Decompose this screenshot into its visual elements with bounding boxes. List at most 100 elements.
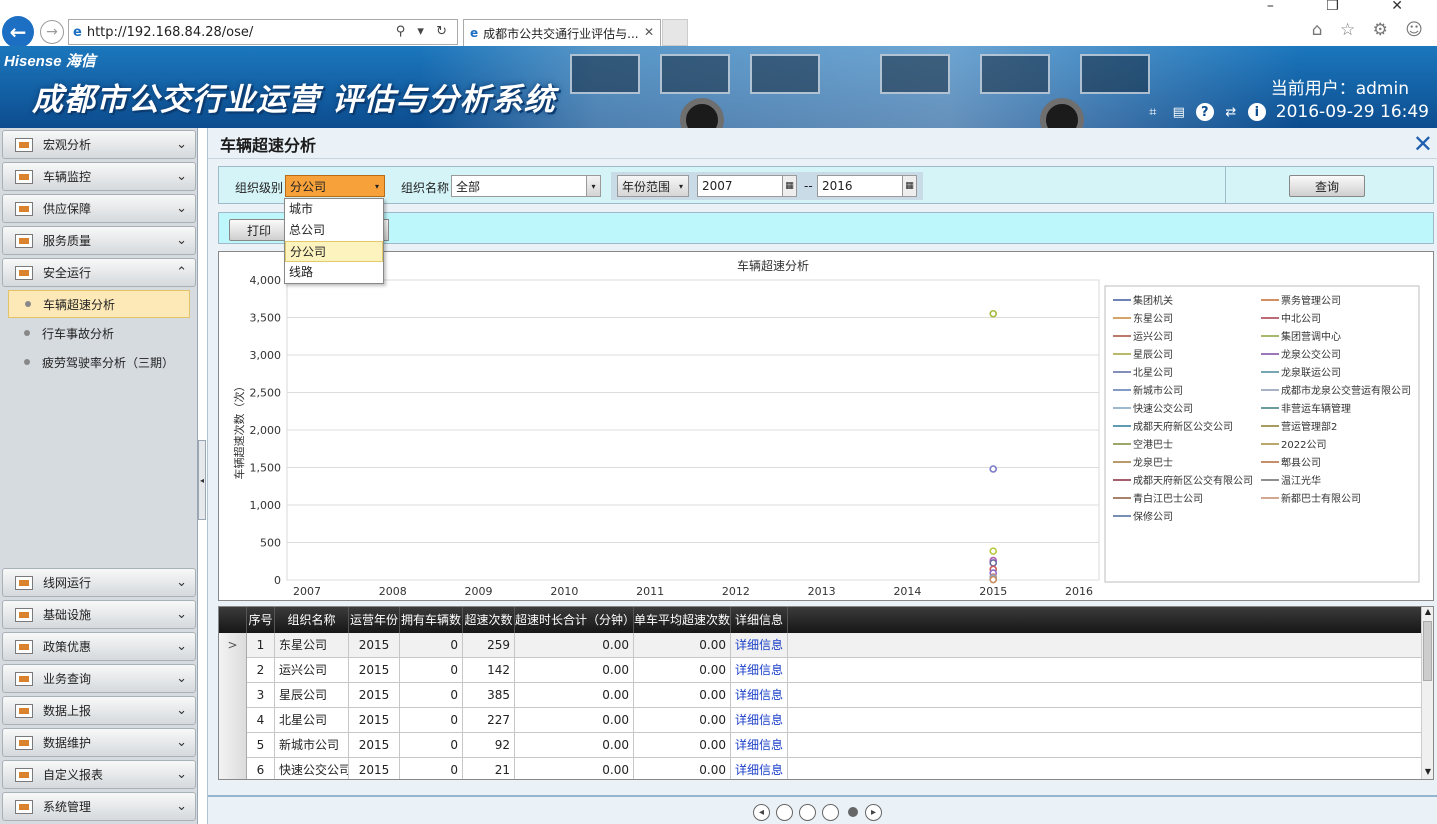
scroll-up-icon[interactable]: ▲	[1422, 607, 1433, 619]
back-arrow-icon[interactable]: ←	[2, 16, 34, 48]
page-dot[interactable]	[776, 803, 793, 821]
table-row[interactable]: >1 东星公司 2015 0 259 0.00 0.00 详细信息	[219, 633, 1423, 658]
grid-scrollbar[interactable]: ▲ ▼	[1421, 607, 1433, 779]
address-bar[interactable]: e http://192.168.84.28/ose/ ⚲ ▾ ↻	[68, 19, 458, 45]
menu-macro-analysis[interactable]: 宏观分析 ⌄	[2, 130, 196, 159]
legend-label: 成都天府新区公交有限公司	[1133, 474, 1253, 487]
col-header-avg-overspeed[interactable]: 单车平均超速次数	[634, 607, 731, 633]
help-icon[interactable]: ?	[1195, 103, 1214, 121]
table-row[interactable]: 2 运兴公司 2015 0 142 0.00 0.00 详细信息	[219, 658, 1423, 683]
col-header-vehicle-count[interactable]: 拥有车辆数	[400, 607, 463, 633]
col-header-year[interactable]: 运营年份	[349, 607, 400, 633]
dropdown-option[interactable]: 总公司	[285, 220, 383, 241]
year-to-input[interactable]: 2016 ▦	[817, 175, 917, 197]
hisense-logo: Hisense 海信	[4, 53, 96, 70]
prev-page-icon[interactable]: ◂	[753, 803, 770, 821]
new-tab-button[interactable]	[662, 19, 688, 46]
chevron-down-icon: ⌄	[176, 201, 187, 216]
crop-icon[interactable]: ⌗	[1144, 103, 1162, 121]
row-header[interactable]	[219, 658, 247, 683]
menu-vehicle-monitor[interactable]: 车辆监控 ⌄	[2, 162, 196, 191]
forward-arrow-icon[interactable]: →	[40, 20, 64, 44]
org-name-select[interactable]: 全部 ▾	[451, 175, 601, 197]
browser-tab[interactable]: e 成都市公共交通行业评估与... ✕	[463, 19, 661, 46]
dropdown-arrow-icon: ▾	[374, 181, 379, 191]
keyboard-icon[interactable]: ▤	[1170, 103, 1188, 121]
cell-avg-overspeed: 0.00	[634, 683, 731, 708]
row-header[interactable]: >	[219, 633, 247, 658]
sidebar-collapse-handle[interactable]: ◂	[198, 440, 206, 520]
window-controls[interactable]: – ❐ ✕	[1267, 0, 1427, 14]
org-level-select[interactable]: 分公司 ▾	[285, 175, 385, 197]
detail-link[interactable]: 详细信息	[731, 658, 788, 683]
menu-business-query[interactable]: 业务查询 ⌄	[2, 664, 196, 693]
menu-custom-report[interactable]: 自定义报表 ⌄	[2, 760, 196, 789]
page-dot-current[interactable]	[848, 807, 858, 817]
query-button[interactable]: 查询	[1289, 175, 1365, 197]
detail-link[interactable]: 详细信息	[731, 733, 788, 758]
detail-link[interactable]: 详细信息	[731, 683, 788, 708]
legend-label: 青白江巴士公司	[1133, 492, 1203, 505]
page-dot[interactable]	[799, 803, 816, 821]
menu-system-admin[interactable]: 系统管理 ⌄	[2, 792, 196, 821]
report-icon	[15, 703, 33, 718]
calendar-icon[interactable]: ▦	[902, 176, 916, 196]
data-point	[989, 575, 998, 584]
ie-logo-icon: e	[73, 24, 82, 40]
col-header-index[interactable]: 序号	[247, 607, 275, 633]
info-icon[interactable]: i	[1247, 103, 1266, 121]
col-header-org-name[interactable]: 组织名称	[275, 607, 349, 633]
col-header-detail[interactable]: 详细信息	[731, 607, 788, 633]
row-header[interactable]	[219, 683, 247, 708]
cell-avg-overspeed: 0.00	[634, 633, 731, 658]
page-title: 车辆超速分析	[220, 136, 317, 155]
calendar-icon[interactable]: ▦	[782, 176, 796, 196]
row-header[interactable]	[219, 708, 247, 733]
submenu-overspeed-analysis[interactable]: 车辆超速分析	[8, 290, 190, 318]
menu-data-report[interactable]: 数据上报 ⌄	[2, 696, 196, 725]
menu-infrastructure[interactable]: 基础设施 ⌄	[2, 600, 196, 629]
submenu-fatigue-analysis[interactable]: 疲劳驾驶率分析（三期）	[8, 348, 190, 376]
row-header[interactable]	[219, 733, 247, 758]
tab-close-icon[interactable]: ✕	[644, 25, 654, 39]
legend-label: 北星公司	[1133, 367, 1173, 379]
print-button[interactable]: 打印	[229, 219, 289, 241]
page-dot[interactable]	[822, 803, 839, 821]
search-refresh-icons[interactable]: ⚲ ▾ ↻	[396, 24, 451, 39]
year-range-select[interactable]: 年份范围 ▾	[617, 175, 689, 197]
menu-supply[interactable]: 供应保障 ⌄	[2, 194, 196, 223]
table-row[interactable]: 3 星辰公司 2015 0 385 0.00 0.00 详细信息	[219, 683, 1423, 708]
menu-data-maintain[interactable]: 数据维护 ⌄	[2, 728, 196, 757]
switch-icon[interactable]: ⇄	[1222, 103, 1240, 121]
scroll-thumb[interactable]	[1423, 621, 1432, 681]
detail-link[interactable]: 详细信息	[731, 633, 788, 658]
cell-avg-overspeed: 0.00	[634, 733, 731, 758]
menu-safety[interactable]: 安全运行 ⌃	[2, 258, 196, 287]
org-name-label: 组织名称	[401, 181, 450, 195]
close-icon[interactable]: ✕	[1413, 130, 1433, 158]
scroll-down-icon[interactable]: ▼	[1422, 767, 1433, 779]
menu-service-quality[interactable]: 服务质量 ⌄	[2, 226, 196, 255]
y-tick-label: 4,000	[250, 274, 282, 287]
row-header[interactable]	[219, 758, 247, 779]
dropdown-option[interactable]: 线路	[285, 262, 383, 283]
table-row[interactable]: 4 北星公司 2015 0 227 0.00 0.00 详细信息	[219, 708, 1423, 733]
system-icon	[15, 799, 33, 814]
table-row[interactable]: 6 快速公交公司 2015 0 21 0.00 0.00 详细信息	[219, 758, 1423, 779]
menu-network[interactable]: 线网运行 ⌄	[2, 568, 196, 597]
next-page-icon[interactable]: ▸	[865, 803, 882, 821]
browser-toolbar-icons[interactable]: ⌂ ☆ ⚙ ☺	[1312, 20, 1429, 40]
col-header-overspeed-duration[interactable]: 超速时长合计（分钟）	[515, 607, 635, 633]
dropdown-option[interactable]: 分公司	[285, 241, 383, 262]
menu-policy[interactable]: 政策优惠 ⌄	[2, 632, 196, 661]
detail-link[interactable]: 详细信息	[731, 708, 788, 733]
year-from-input[interactable]: 2007 ▦	[697, 175, 797, 197]
cell-year: 2015	[349, 758, 400, 779]
col-header-overspeed-count[interactable]: 超速次数	[463, 607, 515, 633]
table-row[interactable]: 5 新城市公司 2015 0 92 0.00 0.00 详细信息	[219, 733, 1423, 758]
detail-link[interactable]: 详细信息	[731, 758, 788, 779]
submenu-accident-analysis[interactable]: 行车事故分析	[8, 319, 190, 347]
current-user: 当前用户：admin	[1270, 79, 1409, 99]
chevron-down-icon: ⌄	[176, 703, 187, 718]
dropdown-option[interactable]: 城市	[285, 199, 383, 220]
